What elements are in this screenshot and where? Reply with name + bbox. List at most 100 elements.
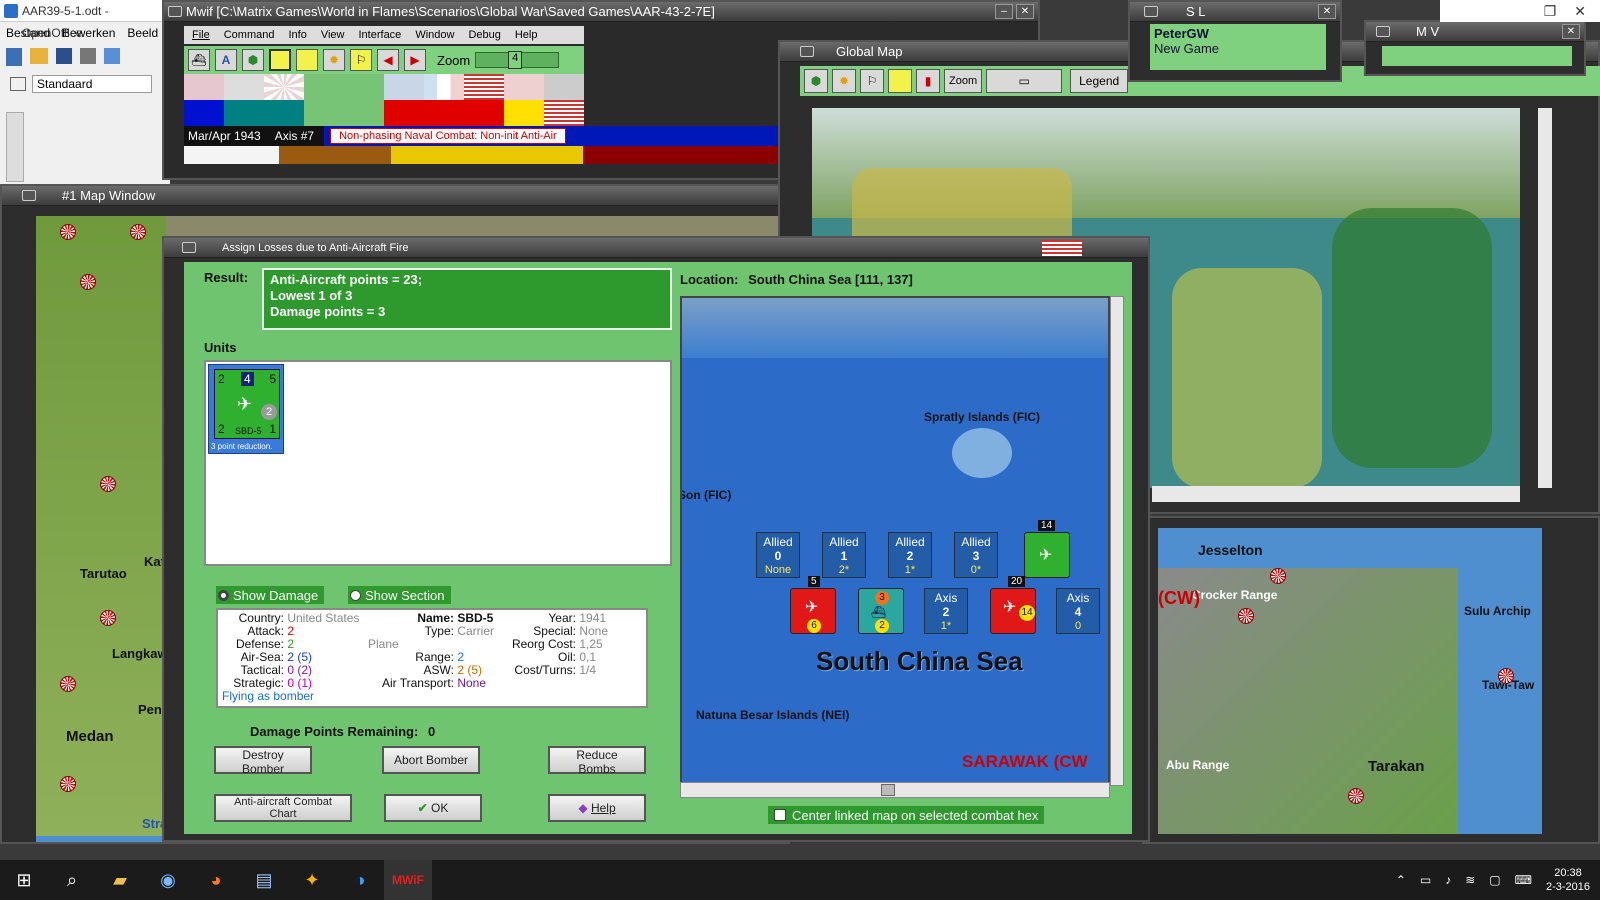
show-damage-radio[interactable]: Show Damage	[216, 586, 325, 604]
file-explorer-icon[interactable]: ▰	[96, 860, 144, 900]
flag-empty-2	[344, 74, 384, 100]
color-yellow	[504, 100, 544, 126]
global-map-title: Global Map	[836, 44, 903, 59]
menu-file[interactable]: File	[192, 29, 210, 41]
reduce-bombs-button[interactable]: Reduce Bombs	[548, 746, 646, 776]
marker-icon[interactable]: ▮	[916, 69, 940, 93]
result-line: Anti-Aircraft points = 23;	[270, 272, 423, 287]
flag-icon[interactable]: ⚐	[350, 49, 372, 71]
jp-air-counter-1[interactable]: ✈ 6	[790, 588, 836, 634]
notification-icon[interactable]: ▢	[1489, 873, 1500, 887]
menu-view[interactable]: View	[321, 29, 345, 41]
combat-map-vscroll[interactable]	[1110, 296, 1124, 786]
menu-info[interactable]: Info	[288, 29, 306, 41]
windows-start-icon[interactable]: ⊞	[0, 860, 48, 900]
combat-map[interactable]: Spratly Islands (FIC) Son (FIC) Allied 0…	[680, 296, 1110, 786]
jp-naval-counter[interactable]: 3 ⛴ 2	[858, 588, 904, 634]
close-icon[interactable]: ✕	[1574, 3, 1586, 20]
battery-icon[interactable]: ▭	[1420, 873, 1431, 887]
window-menu-icon[interactable]	[168, 6, 182, 17]
save-icon[interactable]	[56, 48, 72, 64]
axis-box-side: Axis	[1066, 591, 1090, 605]
plane-icon: ✈	[1003, 599, 1017, 616]
window-menu-icon[interactable]	[182, 242, 196, 253]
global-zoom-button[interactable]: Zoom	[944, 69, 983, 93]
font-icon[interactable]: A	[215, 49, 237, 71]
right-map-canvas[interactable]: Jesselton Crocker Range (CW) Sulu Archip…	[1158, 528, 1542, 834]
export-icon[interactable]	[80, 48, 96, 64]
edit-icon[interactable]	[104, 48, 120, 64]
restore-icon[interactable]: ❐	[1544, 3, 1557, 20]
sun-icon[interactable]: ✹	[832, 69, 856, 93]
ok-button[interactable]: ✔ OK	[384, 794, 482, 822]
global-vscroll[interactable]	[1538, 108, 1552, 488]
label-natuna: Natuna Besar Islands (NEI)	[696, 708, 850, 722]
jp-air-counter-2[interactable]: ✈ 14	[990, 588, 1036, 634]
ok-label: OK	[431, 801, 449, 815]
help-button[interactable]: ◆ Help	[548, 794, 646, 822]
keyboard-icon[interactable]: ⌨	[1515, 873, 1532, 887]
name-value: SBD-5	[457, 611, 494, 625]
game-icon[interactable]: ✦	[288, 860, 336, 900]
sun-icon[interactable]: ✹	[323, 49, 345, 71]
rising-sun-icon	[60, 224, 76, 240]
aa-combat-chart-button[interactable]: Anti-aircraft Combat Chart	[214, 794, 352, 822]
us-air-counter[interactable]: ✈	[1024, 532, 1070, 578]
window-menu-icon[interactable]	[1144, 6, 1158, 17]
mail-icon[interactable]: ◉	[144, 860, 192, 900]
menu-command[interactable]: Command	[224, 29, 275, 41]
combat-map-hscroll[interactable]	[680, 782, 1110, 798]
global-hscroll[interactable]	[1152, 486, 1520, 502]
close-icon[interactable]: ✕	[1318, 4, 1336, 19]
arrow-right-icon[interactable]: ▶	[404, 49, 426, 71]
close-icon[interactable]: ✕	[1562, 24, 1580, 39]
chevron-up-icon[interactable]: ⌃	[1396, 873, 1406, 887]
menu-beeld[interactable]: Beeld	[127, 26, 158, 40]
volume-icon[interactable]: ♪	[1445, 873, 1451, 887]
destroy-bomber-button[interactable]: Destroy Bomber	[214, 746, 312, 776]
mwif-app-icon[interactable]: MWiF	[384, 860, 432, 900]
wifi-icon[interactable]: ≋	[1465, 873, 1475, 887]
mv-panel	[1382, 46, 1572, 66]
style-box: Standaard	[0, 72, 170, 96]
units-list[interactable]: 2 4 5 ✈ 2 2 SBD-5 1 3 point reduction.	[204, 360, 672, 566]
style-select[interactable]: Standaard	[32, 75, 152, 93]
mwif-main-title: Mwif [C:\Matrix Games\World in Flames\Sc…	[186, 4, 715, 19]
clock[interactable]: 20:38 2-3-2016	[1546, 866, 1590, 894]
menu-interface[interactable]: Interface	[359, 29, 402, 41]
minimize-icon[interactable]: –	[995, 4, 1013, 19]
ship-icon[interactable]: ⛴	[188, 49, 210, 71]
window-menu-icon[interactable]	[800, 46, 814, 57]
open-folder-icon[interactable]	[30, 48, 48, 64]
abort-bomber-button[interactable]: Abort Bomber	[382, 746, 480, 774]
note-icon[interactable]	[296, 49, 318, 71]
arrow-left-icon[interactable]: ◀	[377, 49, 399, 71]
menu-help[interactable]: Help	[515, 29, 538, 41]
new-doc-icon[interactable]	[6, 48, 22, 66]
hex-icon[interactable]: ⬢	[242, 49, 264, 71]
legend-button[interactable]: Legend	[1070, 69, 1129, 93]
menu-debug[interactable]: Debug	[468, 29, 500, 41]
unit-icon[interactable]	[888, 69, 912, 93]
center-linked-checkbox[interactable]: Center linked map on selected combat hex	[768, 806, 1045, 824]
label-jesselton: Jesselton	[1198, 542, 1263, 558]
flag-icon[interactable]: ⚐	[860, 69, 884, 93]
writer-icon[interactable]: ▤	[240, 860, 288, 900]
zoom-slider[interactable]: 4	[475, 51, 560, 69]
styles-icon[interactable]	[10, 77, 26, 91]
close-icon[interactable]: ✕	[1016, 4, 1034, 19]
thunderbird-icon[interactable]: ◑	[336, 860, 384, 900]
menu-window[interactable]: Window	[415, 29, 454, 41]
firefox-icon[interactable]: ◕	[192, 860, 240, 900]
ruler-icon[interactable]: ▭	[986, 69, 1063, 93]
search-icon[interactable]: ⌕	[48, 860, 96, 900]
show-section-radio[interactable]: Show Section	[348, 586, 451, 604]
hex-icon[interactable]: ⬢	[804, 69, 828, 93]
label-tarutao: Tarutao	[80, 566, 127, 581]
window-menu-icon[interactable]	[22, 190, 36, 201]
window-menu-icon[interactable]	[1376, 26, 1390, 37]
checkmark-icon: ✔	[417, 801, 428, 815]
scroll-thumb[interactable]	[881, 784, 895, 796]
unit-card-sbd5[interactable]: 2 4 5 ✈ 2 2 SBD-5 1 3 point reduction.	[208, 364, 284, 454]
unit-icon[interactable]	[269, 49, 291, 71]
